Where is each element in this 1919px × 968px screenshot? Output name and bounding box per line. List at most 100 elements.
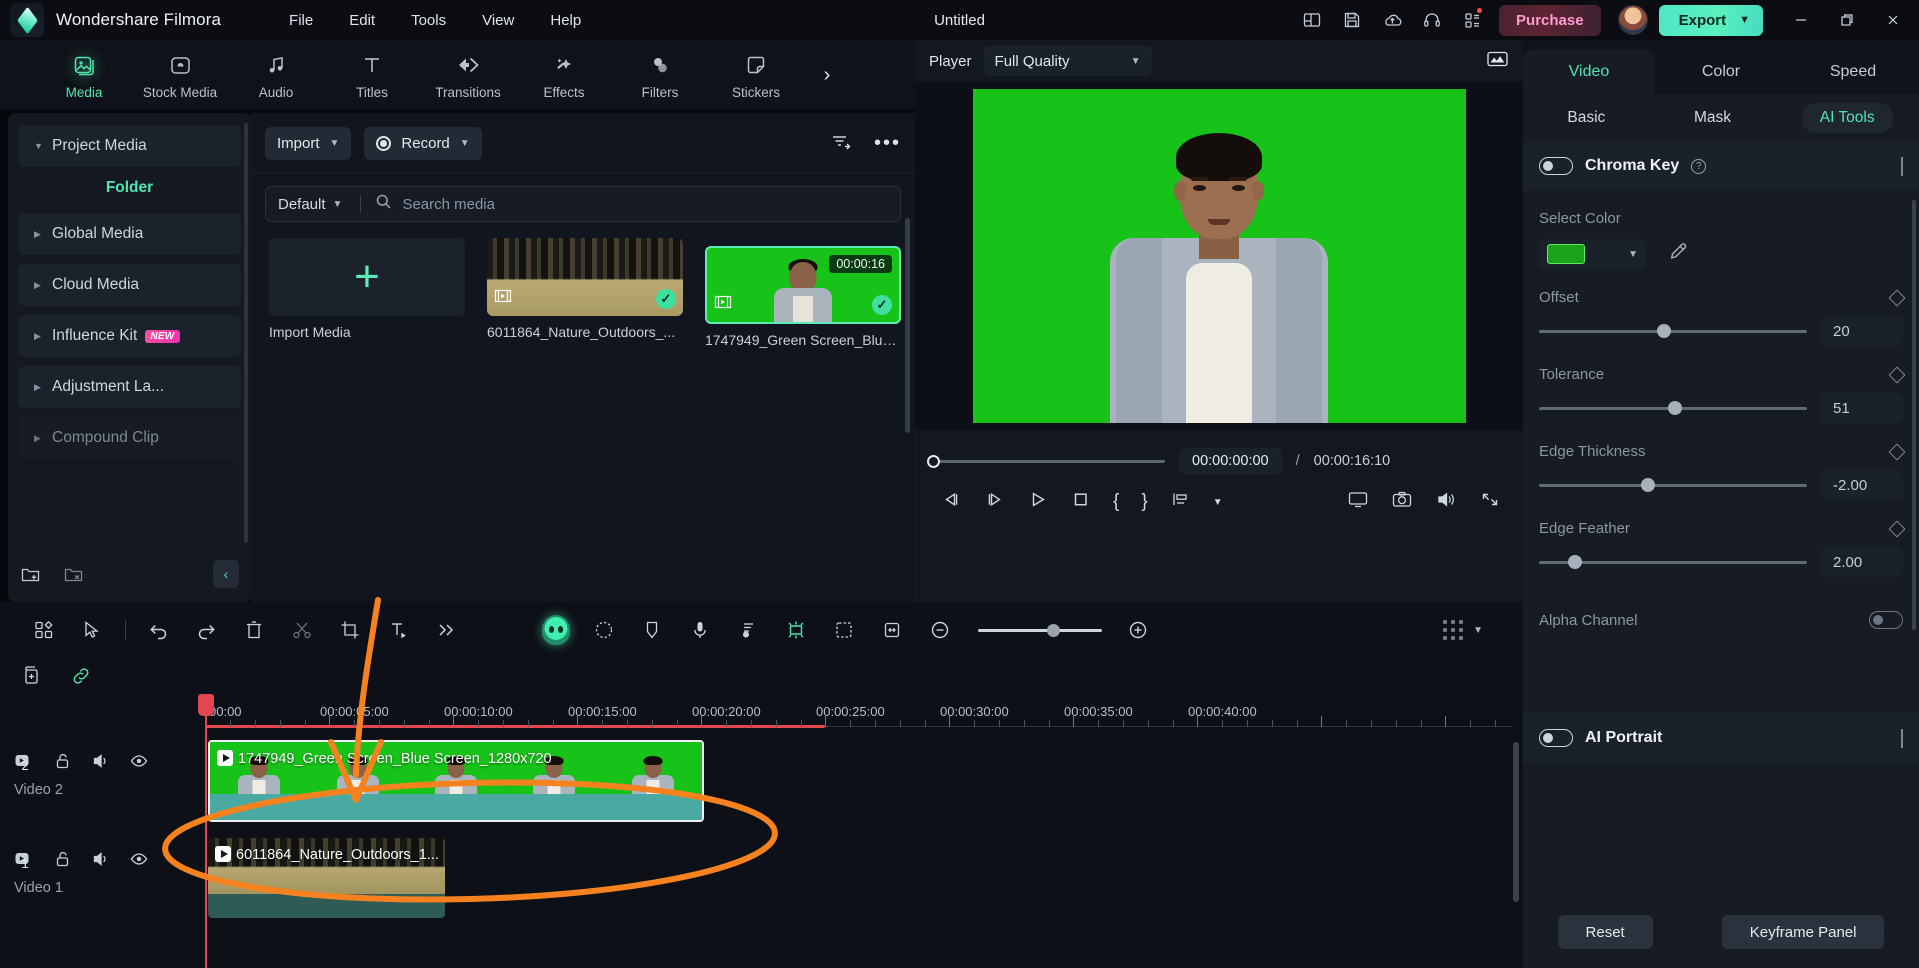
alpha-channel-toggle[interactable] <box>1869 611 1903 629</box>
keyframe-diamond-icon[interactable] <box>1888 443 1906 460</box>
sidebar-item-cloud-media[interactable]: ▶ Cloud Media <box>18 264 241 306</box>
quality-dropdown[interactable]: Full Quality ▼ <box>983 46 1152 76</box>
fullscreen-icon[interactable] <box>1479 490 1501 514</box>
cloud-upload-icon[interactable] <box>1373 1 1411 39</box>
render-grid-icon[interactable] <box>1443 620 1464 640</box>
offset-value[interactable]: 20 <box>1821 316 1903 346</box>
new-folder-icon[interactable] <box>20 564 41 584</box>
mark-in-icon[interactable]: { <box>1113 491 1119 513</box>
fit-timeline-icon[interactable] <box>868 610 916 650</box>
current-timecode[interactable]: 00:00:00:00 <box>1179 448 1282 474</box>
volume-icon[interactable] <box>1435 490 1457 514</box>
sidebar-item-influence-kit[interactable]: ▶ Influence Kit NEW <box>18 315 241 357</box>
keyframe-diamond-icon[interactable] <box>1901 156 1903 176</box>
histogram-icon[interactable] <box>1486 49 1509 74</box>
clip-play-icon[interactable] <box>215 846 231 862</box>
scrubber-handle[interactable] <box>927 454 940 468</box>
add-track-icon[interactable] <box>20 665 42 692</box>
eye-visible-icon[interactable] <box>130 850 148 873</box>
slider-handle[interactable] <box>1667 401 1682 415</box>
record-button[interactable]: Record ▼ <box>364 126 482 160</box>
menu-edit[interactable]: Edit <box>331 6 393 35</box>
text-icon[interactable] <box>374 610 422 650</box>
delete-folder-icon[interactable] <box>63 564 84 584</box>
clip-play-icon[interactable] <box>217 750 233 766</box>
help-icon[interactable]: ? <box>1691 158 1707 174</box>
headset-support-icon[interactable] <box>1413 1 1451 39</box>
keyframe-diamond-icon[interactable] <box>1888 520 1906 537</box>
sort-dropdown[interactable]: Default ▼ <box>278 196 342 213</box>
subtab-mask[interactable]: Mask <box>1676 103 1749 133</box>
nav-tab-audio[interactable]: Audio <box>228 51 324 100</box>
marker-icon[interactable] <box>628 610 676 650</box>
slider-handle[interactable] <box>1568 555 1583 569</box>
play-icon[interactable] <box>1027 490 1048 514</box>
sidebar-item-compound-clip[interactable]: ▶ Compound Clip <box>18 417 241 459</box>
timeline-vertical-scrollbar[interactable] <box>1513 742 1519 902</box>
ai-portrait-avatar-icon[interactable] <box>532 610 580 650</box>
undo-icon[interactable] <box>134 610 182 650</box>
split-icon[interactable] <box>1170 490 1191 514</box>
zoom-out-icon[interactable] <box>916 610 964 650</box>
search-input[interactable] <box>402 195 888 213</box>
close-button[interactable] <box>1871 0 1915 40</box>
unlock-icon[interactable] <box>54 850 72 873</box>
sidebar-item-adjustment-layer[interactable]: ▶ Adjustment La... <box>18 366 241 408</box>
tab-speed[interactable]: Speed <box>1787 63 1919 94</box>
zoom-in-icon[interactable] <box>1114 610 1162 650</box>
prev-frame-icon[interactable] <box>941 490 962 514</box>
timeline-clip-nature[interactable]: 6011864_Nature_Outdoors_1... <box>208 838 445 918</box>
audio-mixer-icon[interactable] <box>724 610 772 650</box>
maximize-restore-button[interactable] <box>1825 0 1869 40</box>
more-chevrons-icon[interactable] <box>422 610 470 650</box>
tab-color[interactable]: Color <box>1655 63 1787 94</box>
playhead-handle[interactable] <box>198 694 214 716</box>
next-frame-icon[interactable] <box>984 490 1005 514</box>
export-button[interactable]: Export ▼ <box>1658 4 1763 36</box>
snapshot-icon[interactable] <box>1391 490 1413 514</box>
filter-icon[interactable] <box>830 131 852 156</box>
mute-icon[interactable] <box>92 850 110 873</box>
delete-icon[interactable] <box>230 610 278 650</box>
slider-handle[interactable] <box>1640 478 1655 492</box>
menu-view[interactable]: View <box>464 6 532 35</box>
timeline-clip-green-screen[interactable]: 1747949_Green Screen_Blue Screen_1280x72… <box>208 740 704 822</box>
zoom-slider[interactable] <box>978 623 1102 637</box>
slider-handle[interactable] <box>1047 623 1061 637</box>
split-scissors-icon[interactable] <box>278 610 326 650</box>
media-scrollbar[interactable] <box>905 218 910 433</box>
stop-icon[interactable] <box>1070 490 1091 514</box>
collapse-sidebar-icon[interactable]: ‹ <box>213 560 239 588</box>
chroma-key-toggle[interactable] <box>1539 157 1573 175</box>
color-match-icon[interactable] <box>820 610 868 650</box>
templates-icon[interactable] <box>20 610 68 650</box>
subtab-ai-tools[interactable]: AI Tools <box>1801 103 1893 133</box>
mute-icon[interactable] <box>92 752 110 775</box>
save-icon[interactable] <box>1333 1 1371 39</box>
eyedropper-icon[interactable] <box>1668 241 1689 267</box>
chevron-down-icon[interactable]: ▼ <box>1473 625 1483 636</box>
media-thumbnail[interactable]: 00:00:16 ✓ <box>705 246 901 324</box>
reset-button[interactable]: Reset <box>1557 915 1653 949</box>
crop-icon[interactable] <box>326 610 374 650</box>
ai-portrait-toggle[interactable] <box>1539 729 1573 747</box>
screen-icon[interactable] <box>1347 490 1369 514</box>
user-avatar[interactable] <box>1617 5 1648 35</box>
mark-out-icon[interactable]: } <box>1141 491 1147 513</box>
edge-feather-value[interactable]: 2.00 <box>1821 547 1903 577</box>
purchase-button[interactable]: Purchase <box>1499 4 1601 36</box>
menu-file[interactable]: File <box>271 6 331 35</box>
media-item-import[interactable]: + Import Media <box>269 238 465 348</box>
sidebar-item-project-media[interactable]: ▼ Project Media <box>18 125 241 167</box>
chevron-down-icon[interactable]: ▼ <box>1213 497 1223 508</box>
nav-tab-transitions[interactable]: Transitions <box>420 51 516 100</box>
unlock-icon[interactable] <box>54 752 72 775</box>
subtab-basic[interactable]: Basic <box>1549 103 1623 133</box>
media-thumbnail[interactable]: ✓ <box>487 238 683 316</box>
select-tool-icon[interactable] <box>68 610 116 650</box>
playback-scrubber[interactable] <box>927 454 1165 468</box>
redo-icon[interactable] <box>182 610 230 650</box>
nav-tab-titles[interactable]: Titles <box>324 51 420 100</box>
keyframe-diamond-icon[interactable] <box>1888 289 1906 306</box>
sidebar-item-global-media[interactable]: ▶ Global Media <box>18 213 241 255</box>
